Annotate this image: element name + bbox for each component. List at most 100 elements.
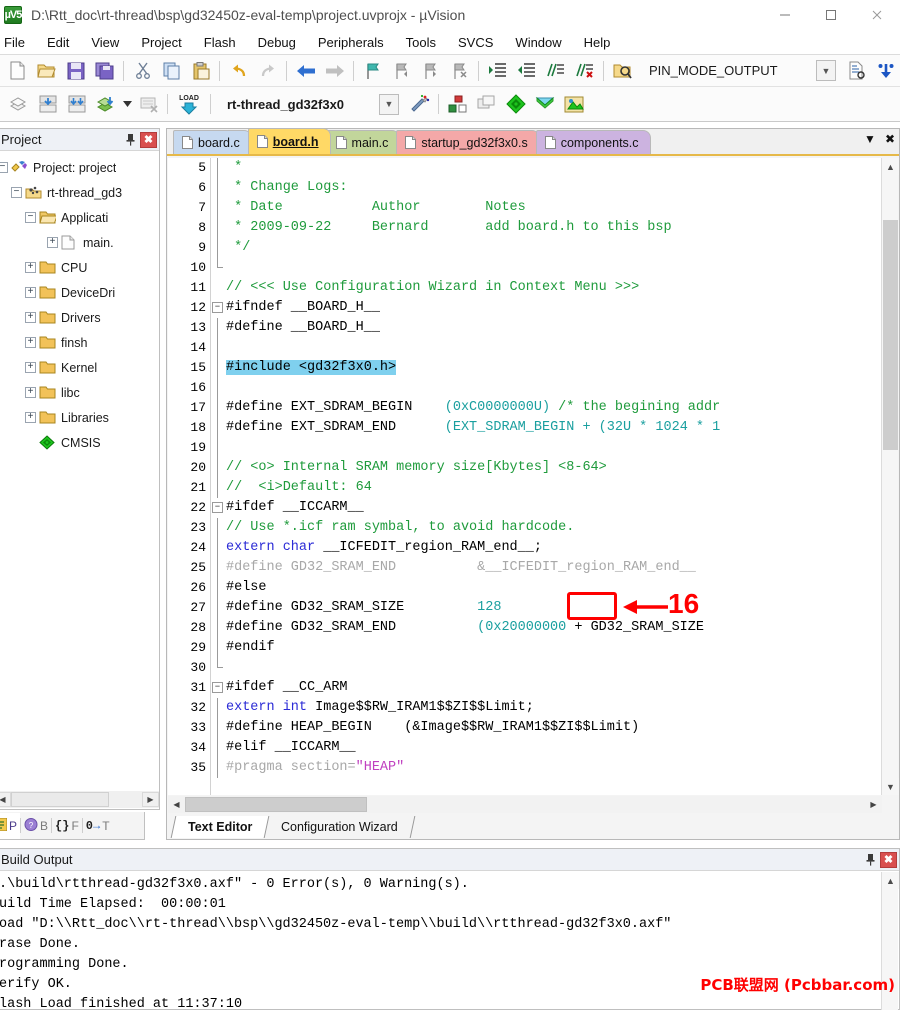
- tree-expander[interactable]: +: [25, 387, 36, 398]
- tree-expander[interactable]: +: [47, 237, 58, 248]
- fold-toggle-icon[interactable]: −: [212, 302, 223, 313]
- tree-expander[interactable]: +: [25, 337, 36, 348]
- project-horizontal-scrollbar[interactable]: ◀ ▶: [0, 791, 159, 808]
- close-icon[interactable]: ✖: [140, 131, 157, 148]
- batch-build-dropdown-icon[interactable]: [120, 91, 134, 117]
- close-icon[interactable]: ✖: [880, 851, 897, 868]
- tab-books[interactable]: ? B: [21, 813, 51, 839]
- insert-file-icon[interactable]: [842, 58, 871, 84]
- tab-functions[interactable]: {} F: [52, 813, 82, 839]
- tree-item-main-c[interactable]: + main.: [0, 230, 159, 255]
- scroll-up-icon[interactable]: ▲: [882, 158, 899, 175]
- tab-project[interactable]: P: [0, 812, 21, 839]
- pin-icon[interactable]: [862, 852, 878, 868]
- editor-tab-board-h[interactable]: board.h: [247, 128, 331, 154]
- tree-expander[interactable]: +: [25, 412, 36, 423]
- save-all-icon[interactable]: [90, 58, 119, 84]
- navigate-forward-icon[interactable]: [320, 58, 349, 84]
- fold-toggle-icon[interactable]: −: [212, 502, 223, 513]
- bookmark-next-icon[interactable]: [416, 58, 445, 84]
- tree-item-devicedrivers[interactable]: + DeviceDri: [0, 280, 159, 305]
- menu-help[interactable]: Help: [573, 32, 622, 53]
- tree-item-project[interactable]: − Project: project: [0, 155, 159, 180]
- batch-build-icon[interactable]: [91, 91, 120, 117]
- menu-window[interactable]: Window: [504, 32, 572, 53]
- editor-tab-main-c[interactable]: main.c: [326, 130, 401, 154]
- manage-runtime-icon[interactable]: [443, 91, 472, 117]
- tree-expander[interactable]: +: [25, 362, 36, 373]
- undo-icon[interactable]: [224, 58, 253, 84]
- open-file-icon[interactable]: [32, 58, 61, 84]
- minimize-icon[interactable]: [762, 0, 808, 30]
- chevron-down-icon[interactable]: ▼: [379, 93, 399, 115]
- translate-icon[interactable]: [4, 91, 33, 117]
- tree-item-drivers[interactable]: + Drivers: [0, 305, 159, 330]
- tree-expander[interactable]: +: [25, 287, 36, 298]
- menu-view[interactable]: View: [80, 32, 130, 53]
- tree-item-libc[interactable]: + libc: [0, 380, 159, 405]
- paste-icon[interactable]: [186, 58, 215, 84]
- scroll-thumb[interactable]: [11, 792, 109, 807]
- uncomment-icon[interactable]: [570, 58, 599, 84]
- close-icon[interactable]: [854, 0, 900, 30]
- menu-edit[interactable]: Edit: [36, 32, 80, 53]
- bookmark-toggle-icon[interactable]: [358, 58, 387, 84]
- tree-expander[interactable]: −: [11, 187, 22, 198]
- tab-configuration-wizard[interactable]: Configuration Wizard: [265, 816, 416, 838]
- tree-expander[interactable]: +: [25, 262, 36, 273]
- multi-project-icon[interactable]: [472, 91, 501, 117]
- find-in-files-icon[interactable]: [608, 58, 637, 84]
- tree-item-application[interactable]: − Applicati: [0, 205, 159, 230]
- bookmark-prev-icon[interactable]: [387, 58, 416, 84]
- project-target-combo[interactable]: rt-thread_gd32f3x0 ▼: [219, 93, 399, 115]
- load-icon[interactable]: LOAD: [172, 91, 206, 117]
- tree-expander[interactable]: −: [25, 212, 36, 223]
- editor-tab-startup-s[interactable]: startup_gd32f3x0.s: [396, 130, 540, 154]
- tree-item-cmsis[interactable]: CMSIS: [0, 430, 159, 455]
- new-file-icon[interactable]: [3, 58, 32, 84]
- manage-project-items-icon[interactable]: [559, 91, 588, 117]
- cmsis-pack-icon[interactable]: [501, 91, 530, 117]
- scroll-thumb[interactable]: [883, 220, 898, 450]
- menu-flash[interactable]: Flash: [193, 32, 247, 53]
- outdent-icon[interactable]: [512, 58, 541, 84]
- chevron-down-icon[interactable]: ▼: [816, 60, 836, 81]
- scroll-down-icon[interactable]: ▼: [882, 778, 899, 795]
- bookmark-clear-icon[interactable]: [445, 58, 474, 84]
- menu-peripherals[interactable]: Peripherals: [307, 32, 395, 53]
- tree-expander[interactable]: −: [0, 162, 8, 173]
- menu-file[interactable]: File: [0, 32, 36, 53]
- copy-icon[interactable]: [157, 58, 186, 84]
- pin-icon[interactable]: [122, 132, 138, 148]
- fold-toggle-icon[interactable]: −: [212, 682, 223, 693]
- save-icon[interactable]: [61, 58, 90, 84]
- code-view[interactable]: 5 * 6 * Change Logs: 7 * Date Author Notes…: [168, 158, 898, 795]
- debug-icon[interactable]: [871, 58, 900, 84]
- scroll-right-icon[interactable]: ▶: [142, 792, 159, 807]
- tab-text-editor[interactable]: Text Editor: [170, 816, 270, 838]
- menu-svcs[interactable]: SVCS: [447, 32, 504, 53]
- tree-item-cpu[interactable]: + CPU: [0, 255, 159, 280]
- navigate-back-icon[interactable]: [291, 58, 320, 84]
- tree-item-kernel[interactable]: + Kernel: [0, 355, 159, 380]
- tree-item-finsh[interactable]: + finsh: [0, 330, 159, 355]
- comment-icon[interactable]: [541, 58, 570, 84]
- cut-icon[interactable]: [128, 58, 157, 84]
- editor-tab-board-c[interactable]: board.c: [173, 130, 252, 154]
- menu-debug[interactable]: Debug: [247, 32, 307, 53]
- scroll-up-icon[interactable]: ▲: [882, 872, 899, 889]
- editor-tab-components-c[interactable]: components.c: [535, 130, 651, 154]
- symbol-search-combo[interactable]: PIN_MODE_OUTPUT ▼: [641, 60, 836, 82]
- chevron-down-icon[interactable]: ▼: [864, 132, 876, 146]
- indent-icon[interactable]: [483, 58, 512, 84]
- scroll-thumb[interactable]: [185, 797, 367, 812]
- tree-item-libraries[interactable]: + Libraries: [0, 405, 159, 430]
- scroll-right-icon[interactable]: ▶: [865, 797, 882, 812]
- scroll-left-icon[interactable]: ◀: [168, 797, 185, 812]
- editor-horizontal-scrollbar[interactable]: ◀ ▶: [168, 796, 882, 813]
- stop-build-icon[interactable]: [134, 91, 163, 117]
- menu-project[interactable]: Project: [130, 32, 192, 53]
- tree-item-target[interactable]: − rt-thread_gd3: [0, 180, 159, 205]
- tab-templates[interactable]: 0→ T: [83, 813, 113, 839]
- pack-installer-icon[interactable]: [530, 91, 559, 117]
